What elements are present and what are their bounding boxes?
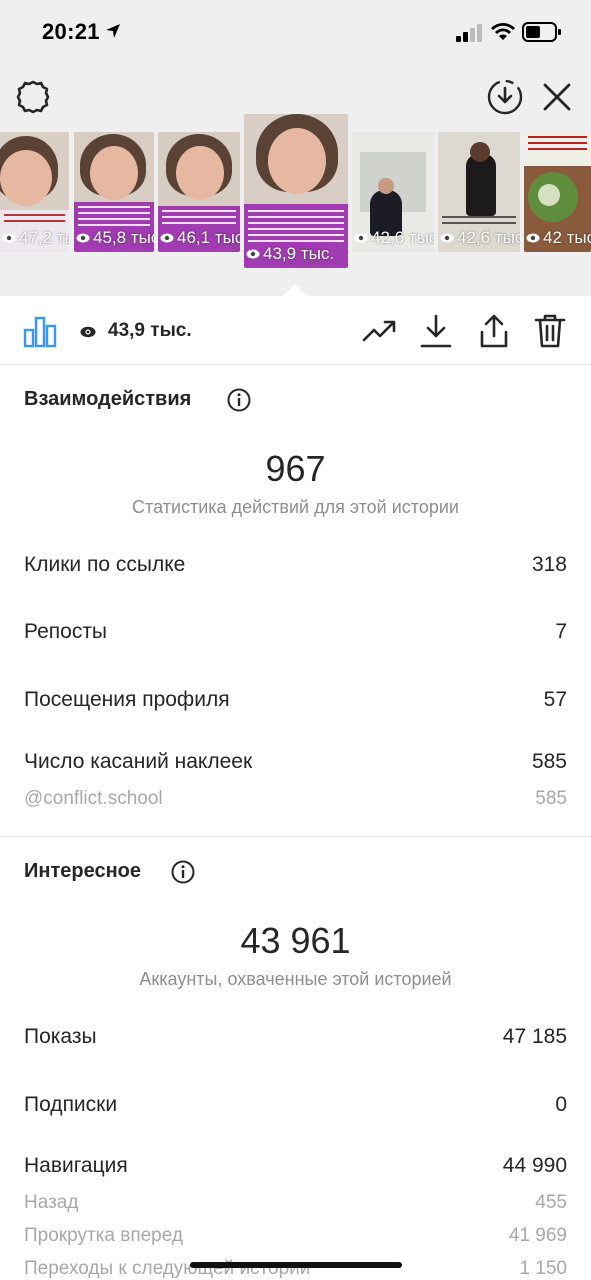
- divider: [0, 364, 591, 365]
- navigation-value: 41 969: [508, 1225, 567, 1246]
- wifi-icon: [491, 23, 515, 40]
- status-time: 20:21: [42, 19, 100, 44]
- trash-icon[interactable]: [532, 312, 568, 350]
- interactions-total: 967: [265, 448, 326, 489]
- stat-label: Показы: [24, 1025, 97, 1048]
- story-thumbnail[interactable]: 42 тыс.: [524, 132, 591, 252]
- thumbnail-views: 46,1 тыс.: [177, 228, 240, 247]
- eye-icon: [160, 233, 174, 243]
- trend-icon[interactable]: [362, 312, 398, 350]
- navigation-label: Прокрутка вперед: [24, 1225, 183, 1246]
- eye-icon: [440, 233, 454, 243]
- thumbnail-views: 42,6 тыс.: [371, 228, 434, 247]
- stat-value: 57: [543, 688, 567, 711]
- story-thumbnail[interactable]: 47,2 тыс.: [0, 132, 69, 252]
- status-bar: 20:21: [0, 0, 591, 64]
- discovery-title: Интересное: [24, 860, 141, 882]
- stat-label: Репосты: [24, 620, 108, 643]
- stat-value: 44 990: [502, 1154, 567, 1177]
- location-arrow-icon: [106, 24, 120, 38]
- navigation-value: 455: [535, 1192, 567, 1213]
- stat-label: Число касаний наклеек: [24, 750, 253, 773]
- share-icon[interactable]: [476, 312, 512, 350]
- stat-label: Посещения профиля: [24, 688, 230, 711]
- stat-value: 0: [555, 1093, 567, 1116]
- eye-icon: [2, 233, 16, 243]
- story-thumbnail[interactable]: 42,6 тыс.: [438, 132, 520, 252]
- discovery-total: 43 961: [240, 920, 351, 961]
- interactions-title: Взаимодействия: [24, 388, 192, 410]
- stat-label: Подписки: [24, 1093, 118, 1116]
- eye-icon: [526, 233, 540, 243]
- discovery-caption: Аккаунты, охваченные этой историей: [139, 969, 452, 989]
- home-indicator[interactable]: [190, 1262, 402, 1268]
- sticker-label: @conflict.school: [24, 788, 163, 809]
- download-icon[interactable]: [418, 312, 454, 350]
- stat-value: 7: [555, 620, 567, 643]
- eye-icon: [76, 233, 90, 243]
- stat-value: 47 185: [502, 1025, 567, 1048]
- thumbnail-views: 45,8 тыс.: [93, 228, 154, 247]
- bar-chart-icon[interactable]: [22, 314, 58, 350]
- story-thumbnail[interactable]: 46,1 тыс.: [158, 132, 240, 252]
- navigation-value: 1 150: [519, 1258, 567, 1279]
- eye-icon: [246, 249, 260, 259]
- download-circle-icon[interactable]: [486, 78, 524, 116]
- battery-icon: [522, 22, 561, 42]
- info-icon[interactable]: [227, 388, 251, 412]
- interactions-caption: Статистика действий для этой истории: [132, 497, 459, 517]
- stat-value: 318: [531, 553, 567, 576]
- stat-label: Навигация: [24, 1154, 128, 1177]
- cellular-signal-icon: [456, 24, 482, 42]
- close-icon[interactable]: [540, 80, 574, 114]
- sticker-value: 585: [535, 788, 567, 809]
- stat-label: Клики по ссылке: [24, 553, 186, 576]
- eye-icon: [80, 326, 96, 338]
- divider: [0, 836, 591, 837]
- thumbnail-views: 47,2 тыс.: [19, 228, 69, 247]
- thumbnail-views: 42,6 тыс.: [457, 228, 520, 247]
- thumbnail-views: 42 тыс.: [543, 228, 591, 247]
- info-icon[interactable]: [171, 860, 195, 884]
- navigation-label: Назад: [24, 1192, 79, 1213]
- story-thumbnail-selected[interactable]: 43,9 тыс.: [244, 114, 348, 268]
- story-thumbnail[interactable]: 45,8 тыс.: [74, 132, 154, 252]
- stat-value: 585: [531, 750, 567, 773]
- story-views-count: 43,9 тыс.: [108, 320, 192, 341]
- gear-icon[interactable]: [14, 78, 52, 116]
- selection-pointer: [282, 284, 308, 297]
- story-thumbnail[interactable]: 42,6 тыс.: [352, 132, 434, 252]
- thumbnail-views: 43,9 тыс.: [263, 244, 335, 263]
- eye-icon: [354, 233, 368, 243]
